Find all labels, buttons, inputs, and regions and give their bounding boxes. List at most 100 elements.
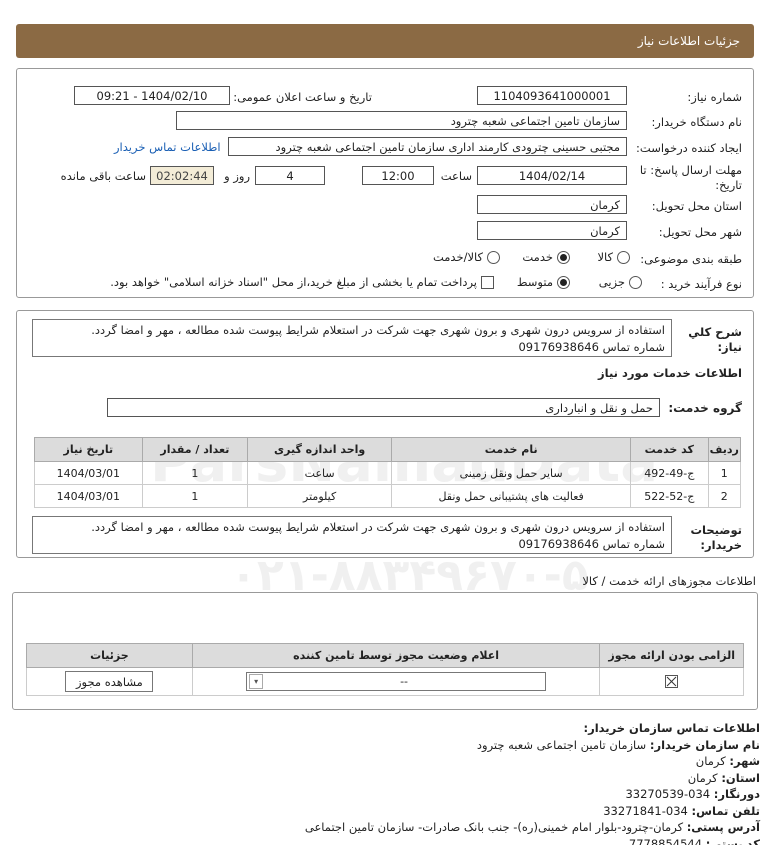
buyer-notes-line-1: استفاده از سرویس درون شهری و برون شهری ج… <box>91 520 665 534</box>
checkbox-icon[interactable] <box>481 275 494 289</box>
cell-date: 1404/03/01 <box>34 484 143 508</box>
radio-icon[interactable] <box>487 250 500 264</box>
province-field: کرمان <box>477 195 627 214</box>
permit-required-checkbox <box>665 675 679 689</box>
summary-label-2: نياز: <box>717 340 742 354</box>
buyer-notes-label-2: خریدار: <box>700 538 742 552</box>
radio-selected-icon[interactable] <box>557 250 570 264</box>
deadline-label: مهلت ارسال پاسخ: تا <box>639 163 742 177</box>
need-number-field: 1104093641000001 <box>477 86 627 105</box>
creator-label: ایجاد کننده درخواست: <box>636 141 742 155</box>
cell-name: فعالیت های پشتیبانی حمل ونقل <box>391 484 632 508</box>
col-service-code: کد خدمت <box>630 437 709 462</box>
table-row: 1 ج-49-492 سایر حمل ونقل زمینی ساعت 1 14… <box>34 461 741 485</box>
cell-permit-details: مشاهده مجوز <box>26 667 193 696</box>
cell-qty: 1 <box>141 461 249 485</box>
buyer-label: نام دستگاه خریدار: <box>651 115 742 129</box>
process-option-minor-label: جزیی <box>598 275 625 289</box>
contact-phone: تلفن تماس: 034-33271841 <box>305 803 760 820</box>
col-service-name: نام خدمت <box>391 437 632 462</box>
buyer-notes-box: استفاده از سرویس درون شهری و برون شهری ج… <box>32 516 672 554</box>
col-permit-required: الزامی بودن ارائه مجوز <box>599 643 744 668</box>
radio-icon[interactable] <box>629 275 642 289</box>
contact-province: استان: کرمان <box>305 770 760 787</box>
category-option-both-label: کالا/خدمت <box>432 250 483 264</box>
category-option-service[interactable]: خدمت <box>522 250 570 264</box>
permits-table: الزامی بودن ارائه مجوز اعلام وضعیت مجوز … <box>26 643 744 696</box>
contact-title: اطلاعات تماس سازمان خریدار: <box>583 721 760 735</box>
cell-unit: ساعت <box>247 461 393 485</box>
treasury-payment-label: پرداخت تمام یا بخشی از مبلغ خرید،از محل … <box>110 275 477 289</box>
days-label: روز و <box>224 169 250 183</box>
contact-postal-label: کد پستی: <box>705 836 760 845</box>
contact-address-label: آدرس پستی: <box>686 820 760 834</box>
cell-permit-required <box>599 667 744 696</box>
contact-phone-label: تلفن تماس: <box>691 803 760 818</box>
contact-address-value: کرمان-چترود-بلوار امام خمینی(ره)- جنب با… <box>304 820 684 834</box>
contact-org: نام سازمان خریدار: سازمان تامین اجتماعی … <box>305 737 760 754</box>
dropdown-arrow-icon[interactable]: ▾ <box>249 674 264 689</box>
category-option-goods-label: کالا <box>597 250 613 264</box>
col-unit: واحد اندازه گیری <box>247 437 393 462</box>
services-section-title: اطلاعات خدمات مورد نیاز <box>598 366 742 380</box>
view-permit-label: مشاهده مجوز <box>75 674 143 689</box>
cell-unit: کیلومتر <box>247 484 393 508</box>
summary-text-box: استفاده از سرویس درون شهری و برون شهری ج… <box>32 319 672 357</box>
remaining-time-field: 02:02:44 <box>150 166 214 185</box>
services-table: ردیف کد خدمت نام خدمت واحد اندازه گیری ت… <box>34 437 741 508</box>
table-row: -- ▾ مشاهده مجوز <box>26 667 744 696</box>
buyer-field: سازمان تامین اجتماعی شعبه چترود <box>176 111 627 130</box>
announce-field: 1404/02/10 - 09:21 <box>74 86 230 105</box>
process-option-minor[interactable]: جزیی <box>599 275 642 289</box>
cell-permit-status: -- ▾ <box>191 667 601 696</box>
summary-line-1: استفاده از سرویس درون شهری و برون شهری ج… <box>91 323 665 337</box>
process-option-medium-label: متوسط <box>516 275 553 289</box>
city-label: شهر محل تحویل: <box>658 225 742 239</box>
process-label: نوع فرآیند خرید : <box>660 277 742 291</box>
cell-index: 1 <box>707 461 741 485</box>
deadline-date-field: 1404/02/14 <box>477 166 627 185</box>
contact-phone-value: 034-33271841 <box>603 803 688 818</box>
remaining-label: ساعت باقی مانده <box>60 169 146 183</box>
cell-date: 1404/03/01 <box>34 461 143 485</box>
radio-icon[interactable] <box>617 250 630 264</box>
table-row: 2 ج-52-522 فعالیت های پشتیبانی حمل ونقل … <box>34 484 741 508</box>
col-quantity: تعداد / مقدار <box>141 437 249 462</box>
contact-city-label: شهر: <box>729 754 760 768</box>
buyer-contact-link[interactable]: اطلاعات تماس خریدار <box>114 140 221 154</box>
contact-fax: دورنگار: 034-33270539 <box>305 786 760 803</box>
need-number-label: شماره نیاز: <box>687 90 742 104</box>
radio-selected-icon[interactable] <box>557 275 570 289</box>
table-header-row: ردیف کد خدمت نام خدمت واحد اندازه گیری ت… <box>34 437 741 462</box>
summary-line-2: شماره تماس 09176938646 <box>518 340 665 354</box>
contact-postal: کد پستی: 7778854544 <box>305 836 760 845</box>
page-title: جزئیات اطلاعات نیاز <box>637 34 740 48</box>
category-option-both[interactable]: کالا/خدمت <box>433 250 500 264</box>
view-permit-button[interactable]: مشاهده مجوز <box>65 671 154 692</box>
buyer-notes-label: توضیحات <box>690 523 743 537</box>
contact-org-label: نام سازمان خریدار: <box>649 737 760 752</box>
contact-postal-value: 7778854544 <box>628 836 703 845</box>
cell-code: ج-49-492 <box>630 461 709 485</box>
treasury-payment-option[interactable]: پرداخت تمام یا بخشی از مبلغ خرید،از محل … <box>110 275 494 289</box>
service-group-label: گروه خدمت: <box>668 401 742 415</box>
days-remaining-field: 4 <box>255 166 325 185</box>
contact-city-value: کرمان <box>695 754 726 768</box>
category-option-goods[interactable]: کالا <box>597 250 630 264</box>
buyer-contact-info: اطلاعات تماس سازمان خریدار: نام سازمان خ… <box>305 720 760 845</box>
permits-title: اطلاعات مجوزهای ارائه خدمت / کالا <box>582 574 756 588</box>
process-option-medium[interactable]: متوسط <box>517 275 570 289</box>
table-header-row: الزامی بودن ارائه مجوز اعلام وضعیت مجوز … <box>26 643 744 668</box>
permit-status-select[interactable]: -- ▾ <box>246 672 547 691</box>
page-header: جزئیات اطلاعات نیاز <box>16 24 754 58</box>
contact-fax-value: 034-33270539 <box>625 787 711 801</box>
col-row-index: ردیف <box>707 437 741 462</box>
contact-address: آدرس پستی: کرمان-چترود-بلوار امام خمینی(… <box>305 819 760 836</box>
contact-province-label: استان: <box>721 770 760 785</box>
deadline-date-label: تاریخ: <box>715 178 742 192</box>
buyer-notes-line-2: شماره تماس 09176938646 <box>518 537 665 551</box>
contact-city: شهر: کرمان <box>305 753 760 770</box>
col-need-date: تاریخ نیاز <box>34 437 143 462</box>
cell-qty: 1 <box>141 484 249 508</box>
cell-code: ج-52-522 <box>630 484 709 508</box>
